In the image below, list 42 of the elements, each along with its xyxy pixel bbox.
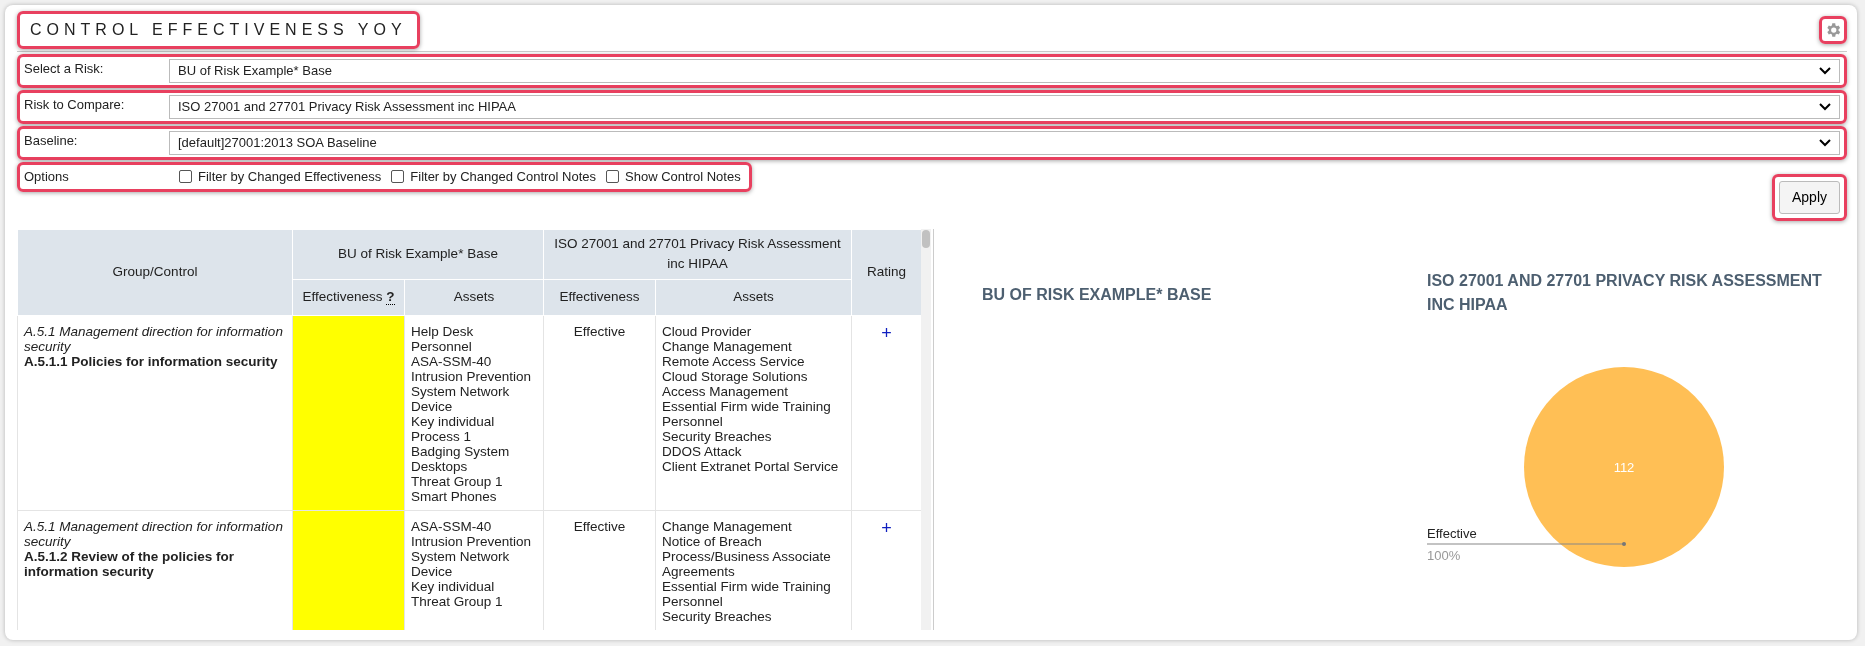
checkbox-option[interactable]: Show Control Notes (596, 167, 741, 187)
checkbox-option[interactable]: Filter by Changed Effectiveness (169, 167, 382, 187)
control-name: A.5.1.1 Policies for information security (24, 353, 279, 369)
asset-list: Cloud Provider Change Management Remote Access Service Cloud Storage Solutions Access Management Essential Firm wide Training Personnel Security Breaches DDOS Attack Client Extranet Portal Service (655, 315, 852, 510)
risk-select[interactable]: BU of Risk Example* Base (169, 59, 1840, 83)
column-header: Group/Control (17, 229, 293, 315)
control-name: A.5.1.2 Review of the policies for information security (24, 548, 236, 579)
column-group-header: ISO 27001 and 27701 Privacy Risk Assessment inc HIPAA (543, 229, 852, 279)
group-name: A.5.1 Management direction for information security (24, 323, 284, 354)
column-header: Rating (851, 229, 921, 315)
checkbox-option[interactable]: Filter by Changed Control Notes (381, 167, 596, 187)
help-link[interactable]: ? (386, 288, 395, 305)
apply-button[interactable]: Apply (1778, 181, 1840, 214)
column-header: Assets (404, 279, 544, 315)
select-value: BU of Risk Example* Base (178, 62, 332, 81)
page-title: CONTROL EFFECTIVENESS YOY (29, 20, 408, 40)
column-header: Effectiveness (543, 279, 656, 315)
scrollbar[interactable] (921, 229, 931, 630)
chart-title: BU OF RISK EXAMPLE* BASE (982, 285, 1213, 305)
column-header: Assets (655, 279, 852, 315)
field-label: Select a Risk: (24, 60, 105, 78)
data-label: 112 (1613, 460, 1635, 475)
select-value: [default]27001:2013 SOA Baseline (178, 134, 377, 153)
risk-select[interactable]: [default]27001:2013 SOA Baseline (169, 131, 1840, 155)
column-header: Effectiveness (302, 288, 383, 304)
select-value: ISO 27001 and 27701 Privacy Risk Assessment inc HIPAA (178, 98, 516, 117)
add-rating-button[interactable]: + (881, 322, 892, 343)
chevron-down-icon (1819, 67, 1831, 75)
chevron-down-icon (1819, 139, 1831, 147)
asset-list: Help Desk Personnel ASA-SSM-40 Intrusion Prevention System Network Device Key individual Process 1 Badging System Desktops Threat Group 1 Smart Phones (404, 315, 544, 510)
options-label: Options (24, 168, 70, 186)
add-rating-button[interactable]: + (881, 517, 892, 538)
column-group-header: BU of Risk Example* Base (292, 229, 544, 279)
field-label: Risk to Compare: (24, 96, 126, 114)
risk-select[interactable]: ISO 27001 and 27701 Privacy Risk Assessment inc HIPAA (169, 95, 1840, 119)
legend-label: Effective (1427, 526, 1477, 541)
chevron-down-icon (1819, 103, 1831, 111)
effectiveness-cell: Effective (543, 315, 656, 510)
field-label: Baseline: (24, 132, 79, 150)
chart-title: ISO 27001 AND 27701 PRIVACY RISK ASSESSMENT INC HIPAA (1427, 271, 1823, 315)
percent-label: 100% (1427, 548, 1461, 563)
group-name: A.5.1 Management direction for information security (24, 518, 284, 549)
